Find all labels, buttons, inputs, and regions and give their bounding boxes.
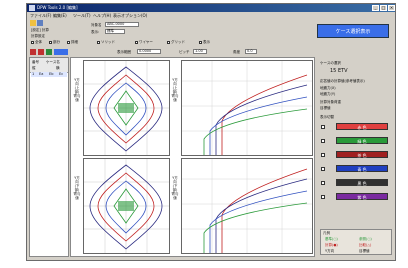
option-checkbox-5[interactable] [135,41,138,44]
window-title: DPW Tools 2.0 [編集] [37,5,78,10]
legend-item: 参照(○) [359,237,372,241]
field2-label: 表示: [91,30,100,34]
col-horizontal: 横 [56,66,60,70]
col-vertical: 縦 [32,66,36,70]
option-checkbox-7[interactable] [199,41,202,44]
app-icon [29,5,35,11]
add-icon[interactable] [46,49,52,55]
app-window: DPW Tools 2.0 [編集] _ □ × ファイル(F) 編集(E) ツ… [26,3,396,261]
info-line-3: 計算対象荷重 [320,100,341,104]
col-case-name: ケース名 [46,60,60,64]
info-title: 応答値の計算値(参考値表示) [320,79,365,83]
curve-plot-bottom [182,159,312,253]
open-icon[interactable] [30,20,36,26]
chart-area: Y方向(上部)寄与値 Y方向(下部)寄与値 Y方向(上部)寄与値 Y方向(下部)… [70,57,315,257]
legend-item: 基準(○) [325,237,338,241]
target-name-input[interactable]: ABC-0000 [105,22,139,27]
plot-bottom-right[interactable] [181,158,313,254]
case-list-header: 番号 ケース名 縦 横 [30,58,68,73]
curve-plot-top [182,61,312,155]
option-label-6: グリッド [171,40,185,44]
option-label-3: 詳細 [71,40,78,44]
swatch-title: 表示切替 [320,115,334,119]
sub-label: 計算設定 [31,34,45,38]
pane-label-top-left: Y方向(上部)寄与値 [73,78,81,102]
legend-item: 計算(●) [325,243,338,247]
field1-label: 対象名 [91,23,102,27]
pitch-input[interactable]: 1.00 [193,49,207,54]
plot-bottom-left[interactable] [83,158,170,254]
info-line-2: 地震力(Y) [320,92,336,96]
swatch-button-6[interactable]: 紫 色 [336,193,388,200]
option-checkbox-3[interactable] [67,41,70,44]
swatch-checkbox-5[interactable] [321,181,325,185]
filter-row: 表示範囲 0.0000 ピッチ 1.00 角度 0.0 [117,49,307,56]
swatch-checkbox-4[interactable] [321,167,325,171]
case-display-button[interactable]: ケース選択表示 [317,24,389,38]
cut-icon[interactable] [38,49,44,55]
diamond-plot-bottom [84,159,169,253]
option-label-1: 全体 [35,40,42,44]
case-row[interactable]: 1 Ea Eb Ec [31,72,67,77]
set-label: [設定] 計算 [31,28,49,32]
pane-label-top-mid: Y方向(上部)寄与値 [171,78,179,102]
option-checkbox-2[interactable] [49,41,52,44]
pitch-label: ピッチ [179,50,190,54]
delete-icon[interactable] [30,49,36,55]
legend-item: 目標値 [359,249,370,253]
option-checkbox-6[interactable] [167,41,170,44]
title-bar: DPW Tools 2.0 [編集] _ □ × [27,4,395,12]
info-line-1: 地震力(X) [320,86,336,90]
swatch-checkbox-2[interactable] [321,139,325,143]
option-label-2: 部分 [53,40,60,44]
diamond-plot-top [84,61,169,155]
swatch-button-4[interactable]: 青 色 [336,165,388,172]
menu-bar: ファイル(F) 編集(E) ツール(T) ヘルプ(H) 表示オプション(O) [27,12,395,19]
row-cell: 1 [32,72,35,76]
col-number: 番号 [32,60,39,64]
row-cell: Ea [39,72,44,76]
pane-label-bottom-mid: Y方向(下部)寄与値 [171,176,179,200]
close-button[interactable]: × [388,5,395,11]
row-cell: Ec [59,72,64,76]
angle-input[interactable]: 0.0 [245,49,257,54]
swatch-checkbox-3[interactable] [321,153,325,157]
display-select[interactable]: 標準 [105,29,125,34]
filter-label: 表示範囲 [117,50,131,54]
pane-label-bottom-left: Y方向(下部)寄与値 [73,176,81,200]
option-checkbox-1[interactable] [31,41,34,44]
icon-row [30,49,70,56]
legend-title: 凡例 [323,231,330,235]
case-value[interactable]: 15 ETV [330,68,348,74]
range-input[interactable]: 0.0000 [137,49,161,54]
option-label-5: ワイヤー [139,40,153,44]
right-panel: ケースの選択 15 ETV 応答値の計算値(参考値表示) 地震力(X) 地震力(… [318,57,394,257]
toolbar: [設定] 計算 計算設定 全体 部分 詳細 対象名 ABC-0000 表示: 標… [27,19,395,49]
info-line-4: 目標値 [320,106,331,110]
maximize-button[interactable]: □ [380,5,387,11]
option-label-4: ソリッド [101,40,115,44]
option-checkbox-4[interactable] [97,41,100,44]
swatch-checkbox-1[interactable] [321,125,325,129]
row-cell: Eb [49,72,54,76]
case-list-panel: 番号 ケース名 縦 横 1 Ea Eb Ec [29,57,69,257]
legend-box: 凡例 基準(○) 計算(●) Y方向 参照(○) 比較(△) 目標値 [320,229,392,255]
swatch-button-2[interactable]: 緑 色 [336,137,388,144]
save-icon[interactable] [37,20,43,26]
angle-label: 角度 [233,50,240,54]
plot-top-right[interactable] [181,60,313,156]
swatch-button-5[interactable]: 黒 色 [336,179,388,186]
case-select-label: ケースの選択 [320,61,341,65]
legend-item: Y方向 [325,249,335,253]
option-label-7: 表示 [203,40,210,44]
plot-top-left[interactable] [83,60,170,156]
minimize-button[interactable]: _ [372,5,379,11]
swatch-button-3[interactable]: 茶 色 [336,151,388,158]
select-icon[interactable] [54,49,68,55]
legend-item: 比較(△) [359,243,372,247]
swatch-button-1[interactable]: 赤 色 [336,123,388,130]
swatch-checkbox-6[interactable] [321,195,325,199]
